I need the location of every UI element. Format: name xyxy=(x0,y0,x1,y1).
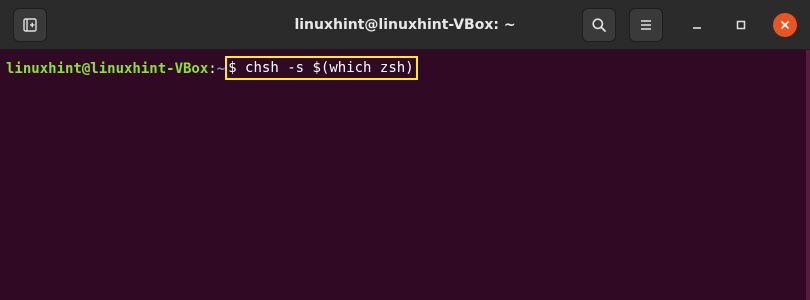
prompt-user-host: linuxhint@linuxhint-VBox xyxy=(6,61,209,77)
command-text: chsh -s $(which zsh) xyxy=(245,60,414,76)
highlighted-command: $ chsh -s $(which zsh) xyxy=(225,56,418,80)
prompt-line: linuxhint@linuxhint-VBox:~ $ chsh -s $(wh… xyxy=(6,56,418,81)
prompt-cwd: ~ xyxy=(216,61,226,77)
maximize-icon xyxy=(736,20,746,30)
prompt-symbol: $ xyxy=(228,60,237,76)
search-icon xyxy=(592,18,606,32)
title-bar: linuxhint@linuxhint-VBox: ~ xyxy=(0,0,810,50)
terminal-output[interactable]: linuxhint@linuxhint-VBox:~ $ chsh -s $(wh… xyxy=(0,50,810,300)
search-button[interactable] xyxy=(582,8,616,42)
prompt-separator: : xyxy=(208,61,217,77)
close-button[interactable] xyxy=(773,13,797,37)
window-edge xyxy=(806,50,810,300)
close-icon xyxy=(781,21,789,29)
maximize-button[interactable] xyxy=(729,13,753,37)
terminal-window: linuxhint@linuxhint-VBox: ~ linuxhint@li… xyxy=(0,0,810,300)
minimize-button[interactable] xyxy=(685,13,709,37)
menu-button[interactable] xyxy=(629,8,663,42)
minimize-icon xyxy=(693,27,701,29)
hamburger-menu-icon xyxy=(641,20,651,30)
new-tab-button[interactable] xyxy=(13,8,47,42)
new-tab-icon xyxy=(23,18,37,32)
